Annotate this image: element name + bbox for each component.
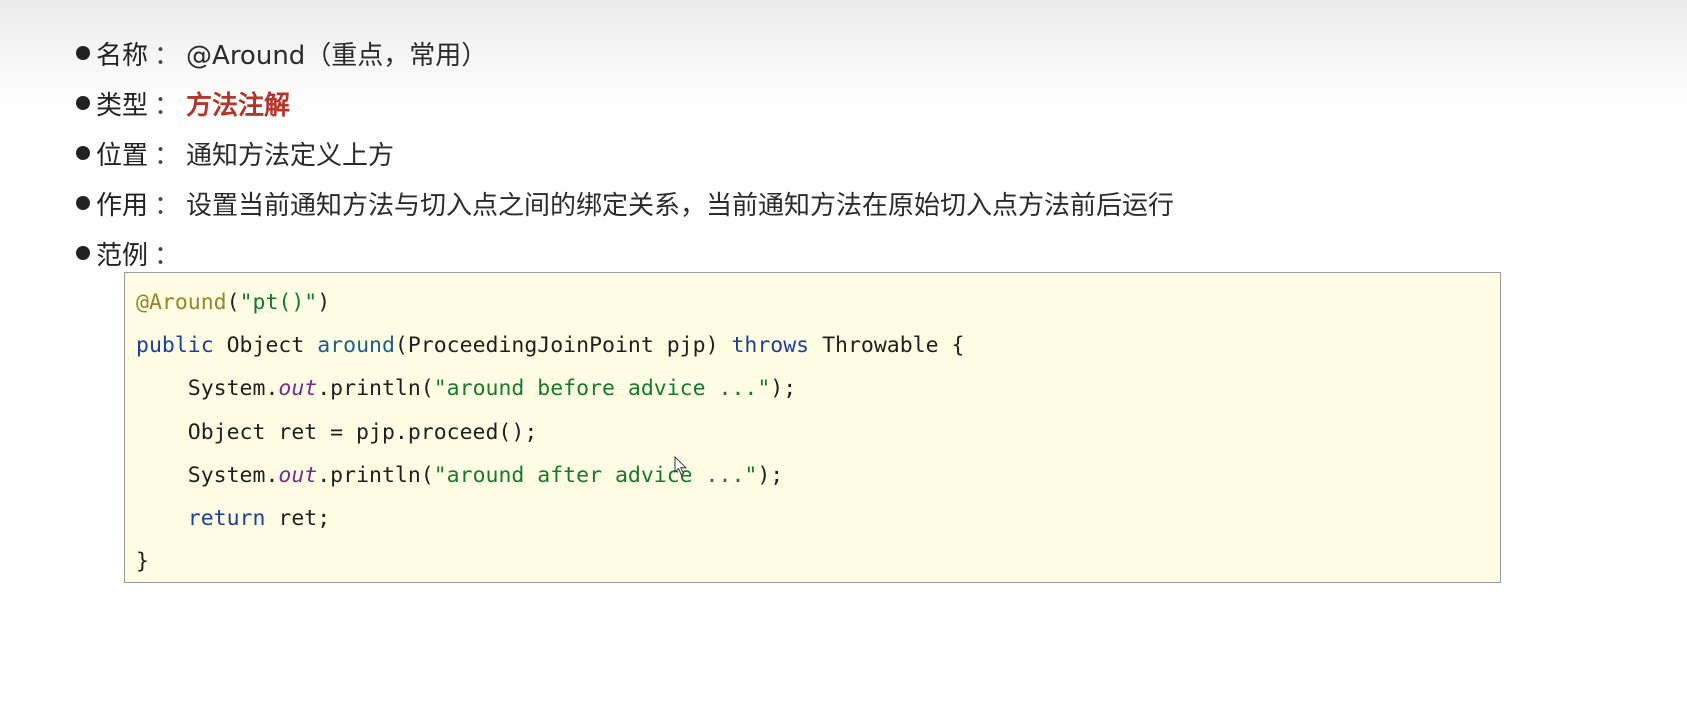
item-label: 名称 bbox=[96, 40, 149, 71]
code-example-block: @Around("pt()") public Object around(Proc… bbox=[124, 272, 1501, 583]
code-line: } bbox=[136, 540, 1500, 583]
item-separator: ： bbox=[154, 90, 181, 121]
item-label: 作用 bbox=[96, 190, 149, 221]
list-item-purpose: 作用 ： 设置当前通知方法与切入点之间的绑定关系，当前通知方法在原始切入点方法前… bbox=[76, 178, 1174, 228]
item-value: 通知方法定义上方 bbox=[186, 140, 395, 171]
item-label: 类型 bbox=[96, 90, 149, 121]
list-item-name: 名称 ： @Around（重点，常用） bbox=[76, 28, 1174, 78]
item-label: 范例 bbox=[96, 240, 149, 271]
item-separator: ： bbox=[154, 140, 181, 171]
code-line: System.out.println("around before advice… bbox=[136, 367, 1500, 410]
list-item-type: 类型 ： 方法注解 bbox=[76, 78, 1174, 128]
mouse-pointer-icon bbox=[674, 456, 688, 476]
code-token: System. bbox=[136, 376, 279, 402]
code-token: ) bbox=[317, 290, 331, 315]
bullet-icon bbox=[76, 96, 90, 110]
code-token: .println( bbox=[317, 376, 434, 402]
item-separator: ： bbox=[154, 240, 181, 271]
code-token: Object ret = pjp.proceed(); bbox=[136, 419, 538, 445]
item-value: 设置当前通知方法与切入点之间的绑定关系，当前通知方法在原始切入点方法前后运行 bbox=[186, 190, 1175, 221]
code-line: System.out.println("around after advice … bbox=[136, 454, 1500, 497]
list-item-position: 位置 ： 通知方法定义上方 bbox=[76, 128, 1174, 178]
bullet-icon bbox=[76, 196, 90, 210]
code-token: ); bbox=[770, 376, 797, 402]
code-token: } bbox=[136, 549, 149, 575]
code-token: return bbox=[187, 505, 266, 531]
list-item-example: 范例 ： bbox=[76, 228, 1174, 278]
code-token: Throwable { bbox=[809, 333, 965, 359]
bullet-list: 名称 ： @Around（重点，常用） 类型 ： 方法注解 位置 ： 通知方法定… bbox=[76, 28, 1174, 278]
code-token: out bbox=[278, 376, 318, 402]
code-token: @Around bbox=[136, 290, 227, 315]
item-separator: ： bbox=[154, 40, 181, 71]
item-label: 位置 bbox=[96, 140, 149, 171]
code-token: public bbox=[136, 333, 214, 359]
code-token: around bbox=[317, 333, 395, 359]
code-token: out bbox=[278, 462, 318, 488]
bullet-icon bbox=[76, 46, 90, 60]
item-value-emphasized: 方法注解 bbox=[186, 90, 291, 121]
bullet-icon bbox=[76, 246, 90, 260]
code-token: ret; bbox=[265, 505, 331, 531]
item-separator: ： bbox=[154, 190, 181, 221]
code-token: "around before advice ..." bbox=[433, 376, 771, 402]
code-token: throws bbox=[731, 333, 810, 359]
code-token: Object bbox=[213, 333, 318, 359]
code-line: @Around("pt()") bbox=[136, 281, 1500, 324]
code-token: "around after advice ..." bbox=[433, 462, 758, 488]
bullet-icon bbox=[76, 146, 90, 160]
code-token: .println( bbox=[317, 462, 434, 488]
code-token: System. bbox=[136, 462, 279, 488]
code-token: "pt()" bbox=[239, 290, 318, 315]
code-token: (ProceedingJoinPoint pjp) bbox=[394, 333, 732, 359]
item-value: @Around（重点，常用） bbox=[186, 40, 488, 71]
code-line: return ret; bbox=[136, 497, 1500, 540]
code-line: public Object around(ProceedingJoinPoint… bbox=[136, 324, 1500, 367]
code-token: ( bbox=[226, 290, 240, 315]
code-token: ); bbox=[757, 462, 784, 488]
code-line: Object ret = pjp.proceed(); bbox=[136, 411, 1500, 454]
